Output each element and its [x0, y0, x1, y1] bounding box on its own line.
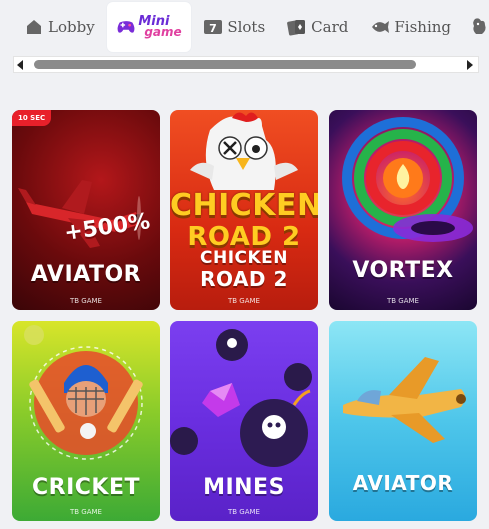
- tab-mini-game[interactable]: Mini game: [106, 2, 192, 52]
- scroll-right-arrow-icon[interactable]: [467, 60, 473, 70]
- game-provider: TB GAME: [228, 508, 260, 516]
- game-title: MINES: [203, 475, 285, 500]
- game-provider: TB GAME: [387, 297, 419, 305]
- game-card-vortex[interactable]: VORTEX TB GAME: [329, 110, 477, 310]
- game-title-line1: CHICKEN: [199, 248, 289, 268]
- mini-game-logo: Mini game: [116, 15, 182, 39]
- slots-icon: 7: [203, 17, 223, 37]
- cricket-player-icon: [24, 325, 143, 460]
- scrollbar-thumb[interactable]: [34, 60, 416, 69]
- chicken-road-art-line1: CHICKEN: [170, 188, 318, 223]
- home-icon: [24, 17, 44, 37]
- tab-slots-label: Slots: [227, 18, 266, 36]
- game-provider: TB GAME: [70, 297, 102, 305]
- game-title-line2: ROAD 2: [200, 267, 288, 291]
- jet-plane-icon: [343, 357, 466, 443]
- mines-bombs-icon: [170, 329, 312, 467]
- game-provider: TB GAME: [70, 508, 102, 516]
- category-tab-bar: Lobby Mini game 7 Slots Card Fishing: [0, 0, 489, 54]
- mini-game-wordmark-line2: game: [144, 25, 182, 39]
- game-card-chicken-road-2[interactable]: CHICKEN ROAD 2 CHICKEN ROAD 2 TB GAME: [170, 110, 318, 310]
- duration-badge: 10 SEC: [12, 110, 52, 126]
- game-title: CRICKET: [32, 475, 140, 500]
- vortex-rings-icon: [342, 117, 473, 242]
- horizontal-scrollbar[interactable]: [13, 56, 479, 73]
- gamepad-icon: [116, 17, 136, 37]
- game-card-aviator[interactable]: 10 SEC +500% AVIATOR TB GAME: [12, 110, 160, 310]
- tab-card[interactable]: Card: [287, 2, 348, 52]
- game-card-cricket[interactable]: CRICKET TB GAME: [12, 321, 160, 521]
- game-title: VORTEX: [352, 258, 454, 283]
- game-provider: TB GAME: [228, 297, 260, 305]
- fishing-icon: [370, 17, 390, 37]
- cockfight-icon: [469, 17, 489, 37]
- game-card-mines[interactable]: MINES TB GAME: [170, 321, 318, 521]
- tab-lobby[interactable]: Lobby: [24, 2, 95, 52]
- game-card-aviator-2[interactable]: AVIATOR: [329, 321, 477, 521]
- tab-fishing[interactable]: Fishing: [370, 2, 451, 52]
- svg-text:7: 7: [210, 22, 218, 35]
- tab-fishing-label: Fishing: [394, 18, 451, 36]
- tab-lobby-label: Lobby: [48, 18, 95, 36]
- tab-card-label: Card: [311, 18, 349, 36]
- scroll-left-arrow-icon[interactable]: [17, 60, 23, 70]
- mini-game-wordmark: Mini game: [138, 15, 182, 39]
- tab-slots[interactable]: 7 Slots: [203, 2, 265, 52]
- tab-cockfight[interactable]: [469, 2, 489, 52]
- card-icon: [287, 17, 307, 37]
- game-title: AVIATOR: [30, 262, 142, 287]
- game-title: AVIATOR: [352, 471, 454, 495]
